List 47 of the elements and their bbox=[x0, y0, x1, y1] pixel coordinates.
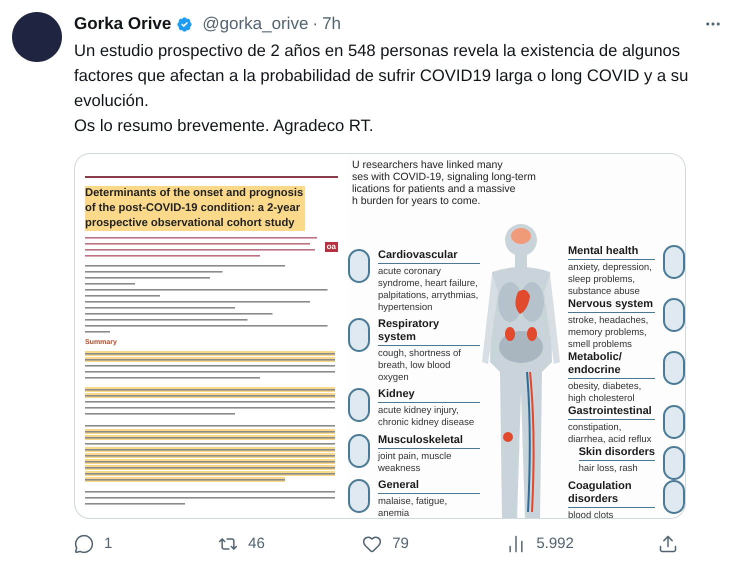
like-button[interactable]: 79 bbox=[362, 533, 422, 556]
share-icon bbox=[658, 534, 678, 554]
category-title: General bbox=[378, 478, 480, 494]
category-detail: blood clots bbox=[568, 510, 614, 518]
category-detail: anxiety, depression, sleep problems, substance abuse bbox=[568, 262, 653, 298]
category-title: Kidney bbox=[378, 388, 480, 404]
category-title: Metabolic/ endocrine bbox=[568, 351, 655, 379]
category-title: Coagulation disorders bbox=[568, 480, 655, 508]
paper-title: Determinants of the onset and prognosis of the post-COVID-19 condition: a 2-year prospective observational cohort study bbox=[85, 186, 305, 231]
avatar[interactable] bbox=[12, 12, 62, 62]
repost-button[interactable]: 46 bbox=[218, 533, 278, 556]
views-button[interactable]: 5.992 bbox=[506, 533, 574, 556]
action-count: 46 bbox=[248, 534, 265, 554]
post-text: Un estudio prospectivo de 2 años en 548 personas revela la existencia de algunos factores que afectan a la probabilidad de sufrir COVID19 larga o long COVID y a su evolución. bbox=[74, 40, 690, 112]
intro-text: U researchers have linked many bbox=[352, 159, 504, 171]
action-count: 1 bbox=[104, 534, 112, 554]
category-detail: hair loss, rash bbox=[578, 463, 639, 475]
category-title: Cardiovascular bbox=[378, 249, 480, 264]
intro-text: ses with COVID-19, signaling long-term bbox=[352, 171, 537, 183]
category-detail: constipation, diarrhea, acid reflux bbox=[568, 422, 652, 446]
category-title: Mental health bbox=[568, 245, 655, 260]
category-title: Musculoskeletal bbox=[378, 434, 480, 449]
category-detail: acute kidney injury, chronic kidney disease bbox=[378, 405, 476, 430]
intro-text: lications for patients and a massive bbox=[352, 183, 516, 195]
category-detail: cough, shortness of breath, low blood oxygen bbox=[378, 348, 462, 384]
category-detail: malaise, fatigue, anemia bbox=[378, 496, 448, 518]
open-access-badge: oa bbox=[324, 242, 338, 252]
category-title: Gastrointestinal bbox=[568, 405, 655, 420]
post-text: Os lo resumo brevemente. Agradeco RT. bbox=[74, 115, 374, 137]
media-card[interactable] bbox=[74, 153, 686, 519]
category-title: Respiratory system bbox=[378, 318, 480, 346]
post-time[interactable]: 7h bbox=[322, 11, 342, 37]
author-name[interactable]: Gorka Orive bbox=[74, 11, 172, 37]
intro-text: h burden for years to come. bbox=[352, 195, 482, 207]
reply-icon bbox=[74, 534, 94, 554]
author-handle[interactable]: @gorka_orive bbox=[202, 11, 308, 37]
action-count: 5.992 bbox=[536, 534, 574, 554]
category-detail: joint pain, muscle weakness bbox=[378, 450, 452, 475]
category-title: Skin disorders bbox=[578, 446, 655, 461]
category-detail: acute coronary syndrome, heart failure, palpitations, arrythmias, hypertension bbox=[378, 266, 480, 314]
reply-button[interactable]: 1 bbox=[74, 533, 134, 556]
category-detail: stroke, headaches, memory problems, smell problems bbox=[568, 315, 650, 351]
like-icon bbox=[362, 534, 382, 554]
action-count: 79 bbox=[392, 534, 409, 554]
separator-dot: · bbox=[312, 13, 318, 36]
category-title: Nervous system bbox=[568, 298, 655, 313]
category-detail: obesity, diabetes, high cholesterol bbox=[568, 381, 642, 405]
